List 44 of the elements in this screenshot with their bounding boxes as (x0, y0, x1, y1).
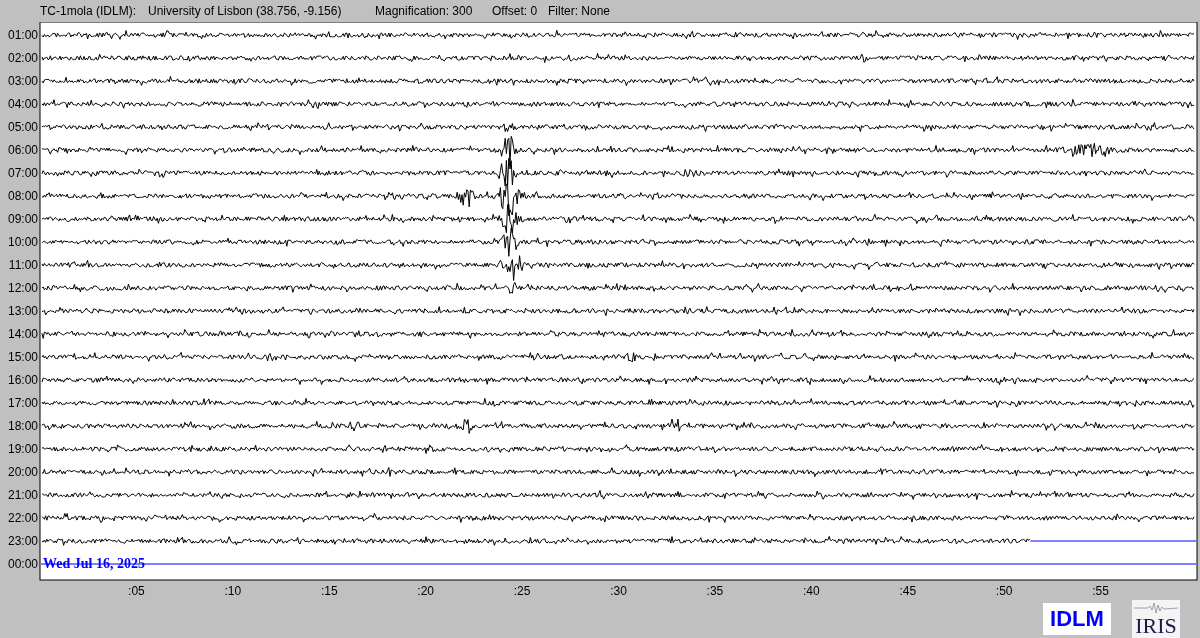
minute-tick-label: :50 (995, 584, 1013, 598)
minute-tick-label: :25 (513, 584, 531, 598)
hour-label: 01:00 (7, 28, 38, 42)
hour-label: 17:00 (7, 396, 38, 410)
hour-label: 16:00 (7, 373, 38, 387)
hour-label: 04:00 (7, 97, 38, 111)
location-label: University of Lisbon (38.756, -9.156) (148, 4, 343, 18)
hour-label: 14:00 (7, 327, 38, 341)
hour-label: 21:00 (7, 488, 38, 502)
offset-label: Offset: 0 (492, 4, 539, 18)
hour-label: 10:00 (7, 235, 38, 249)
hour-label: 02:00 (7, 51, 38, 65)
hour-label: 13:00 (7, 304, 38, 318)
date-label: Wed Jul 16, 2025 (43, 556, 145, 571)
hour-label: 22:00 (7, 511, 38, 525)
station-label: TC-1mola (IDLM): (40, 4, 137, 18)
hour-label: 00:00 (7, 557, 38, 571)
hour-label: 06:00 (7, 143, 38, 157)
minute-tick-label: :15 (320, 584, 338, 598)
minute-tick-label: :55 (1092, 584, 1109, 598)
hour-label: 08:00 (7, 189, 38, 203)
hour-label: 05:00 (7, 120, 38, 134)
minute-tick-label: :20 (417, 584, 434, 598)
hour-label: 23:00 (7, 534, 38, 548)
minute-tick-label: :40 (803, 584, 820, 598)
hour-label: 20:00 (7, 465, 38, 479)
filter-label: Filter: None (548, 4, 611, 18)
hour-label: 11:00 (8, 258, 38, 272)
hour-label: 18:00 (7, 419, 38, 433)
hour-label: 07:00 (7, 166, 38, 180)
consortium-label: IRIS (1135, 614, 1177, 638)
hour-label: 15:00 (7, 350, 38, 364)
minute-tick-label: :05 (128, 584, 145, 598)
minute-tick-label: :45 (899, 584, 917, 598)
minute-tick-label: :35 (706, 584, 724, 598)
network-logo: IDLM (1043, 603, 1111, 635)
minute-tick-label: :10 (224, 584, 242, 598)
magnification-label: Magnification: 300 (375, 4, 474, 18)
hour-label: 09:00 (7, 212, 38, 226)
seismogram-icon (1134, 602, 1178, 614)
hour-label: 12:00 (7, 281, 38, 295)
minute-tick-label: :30 (610, 584, 627, 598)
hour-label: 03:00 (7, 74, 38, 88)
hour-label: 19:00 (7, 442, 38, 456)
